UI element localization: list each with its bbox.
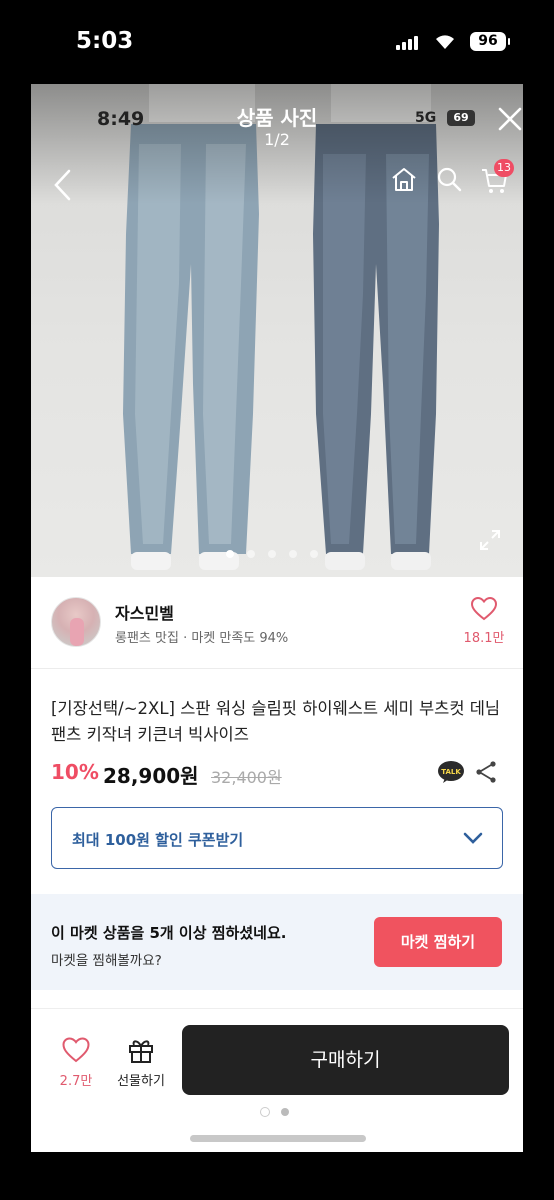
- market-wish-banner: 이 마켓 상품을 5개 이상 찜하셨네요. 마켓을 찜해볼까요? 마켓 찜하기: [31, 894, 523, 990]
- carousel-dot-active[interactable]: [226, 550, 234, 558]
- gift-icon[interactable]: [127, 1036, 155, 1064]
- cellular-signal-icon: [396, 36, 422, 50]
- app-screen: 8:49 5G 69 상품 사진 1/2 13 자스민벨 롱팬츠 맛집 · 마켓…: [31, 84, 523, 1152]
- coupon-label: 최대 100원 할인 쿠폰받기: [72, 831, 244, 849]
- carousel-dots: [226, 543, 331, 558]
- status-bar: 5:03 96: [0, 0, 554, 84]
- seller-row[interactable]: 자스민벨 롱팬츠 맛집 · 마켓 만족도 94% 18.1만: [31, 577, 523, 669]
- home-indicator: [190, 1135, 366, 1142]
- wifi-icon: [436, 35, 454, 49]
- page-dot-active: [261, 1108, 269, 1116]
- photo-counter: 1/2: [264, 130, 290, 149]
- market-banner-title: 이 마켓 상품을 5개 이상 찜하셨네요.: [51, 924, 287, 942]
- wish-heart-icon[interactable]: [62, 1037, 90, 1063]
- battery-indicator: 96: [470, 32, 510, 51]
- search-icon[interactable]: [436, 166, 462, 192]
- seller-subtitle: 롱팬츠 맛집 · 마켓 만족도 94%: [115, 631, 289, 646]
- viewer-title: 상품 사진: [236, 106, 318, 130]
- seller-name[interactable]: 자스민벨: [115, 600, 174, 624]
- back-arrow-icon[interactable]: [51, 168, 77, 202]
- coupon-button[interactable]: 최대 100원 할인 쿠폰받기: [51, 807, 503, 869]
- gift-label[interactable]: 선물하기: [111, 1070, 171, 1089]
- buy-button[interactable]: 구매하기: [182, 1025, 509, 1095]
- seller-like-count: 18.1만: [463, 631, 505, 646]
- page-dot: [281, 1108, 289, 1116]
- seller-heart-icon[interactable]: [471, 597, 497, 621]
- cart-count-badge: 13: [494, 159, 514, 177]
- seller-avatar[interactable]: [51, 597, 101, 647]
- status-time: 5:03: [76, 28, 134, 54]
- share-icon[interactable]: [474, 760, 498, 784]
- expand-icon[interactable]: [478, 528, 502, 552]
- original-price: 32,400원: [211, 768, 282, 787]
- carousel-dot[interactable]: [268, 550, 276, 558]
- kakao-talk-icon[interactable]: TALK: [437, 760, 465, 784]
- home-icon[interactable]: [390, 166, 418, 192]
- close-icon[interactable]: [497, 106, 523, 132]
- bottom-page-dots: [261, 1101, 301, 1120]
- wish-count: 2.7만: [59, 1074, 93, 1089]
- carousel-dot[interactable]: [289, 550, 297, 558]
- chevron-down-icon: [463, 832, 483, 844]
- sale-price: 28,900원: [103, 764, 199, 788]
- carousel-dot[interactable]: [247, 550, 255, 558]
- svg-text:TALK: TALK: [441, 768, 461, 776]
- market-wish-button[interactable]: 마켓 찜하기: [374, 917, 502, 967]
- product-title: [기장선택/~2XL] 스판 워싱 슬림핏 하이웨스트 세미 부츠컷 데님 팬츠…: [51, 699, 501, 744]
- bottom-action-bar: 2.7만 선물하기 구매하기: [31, 1008, 523, 1152]
- discount-rate: 10%: [51, 760, 99, 784]
- product-photo-viewer[interactable]: 8:49 5G 69 상품 사진 1/2 13: [31, 84, 523, 577]
- market-banner-subtitle: 마켓을 찜해볼까요?: [51, 953, 162, 969]
- carousel-dot[interactable]: [310, 550, 318, 558]
